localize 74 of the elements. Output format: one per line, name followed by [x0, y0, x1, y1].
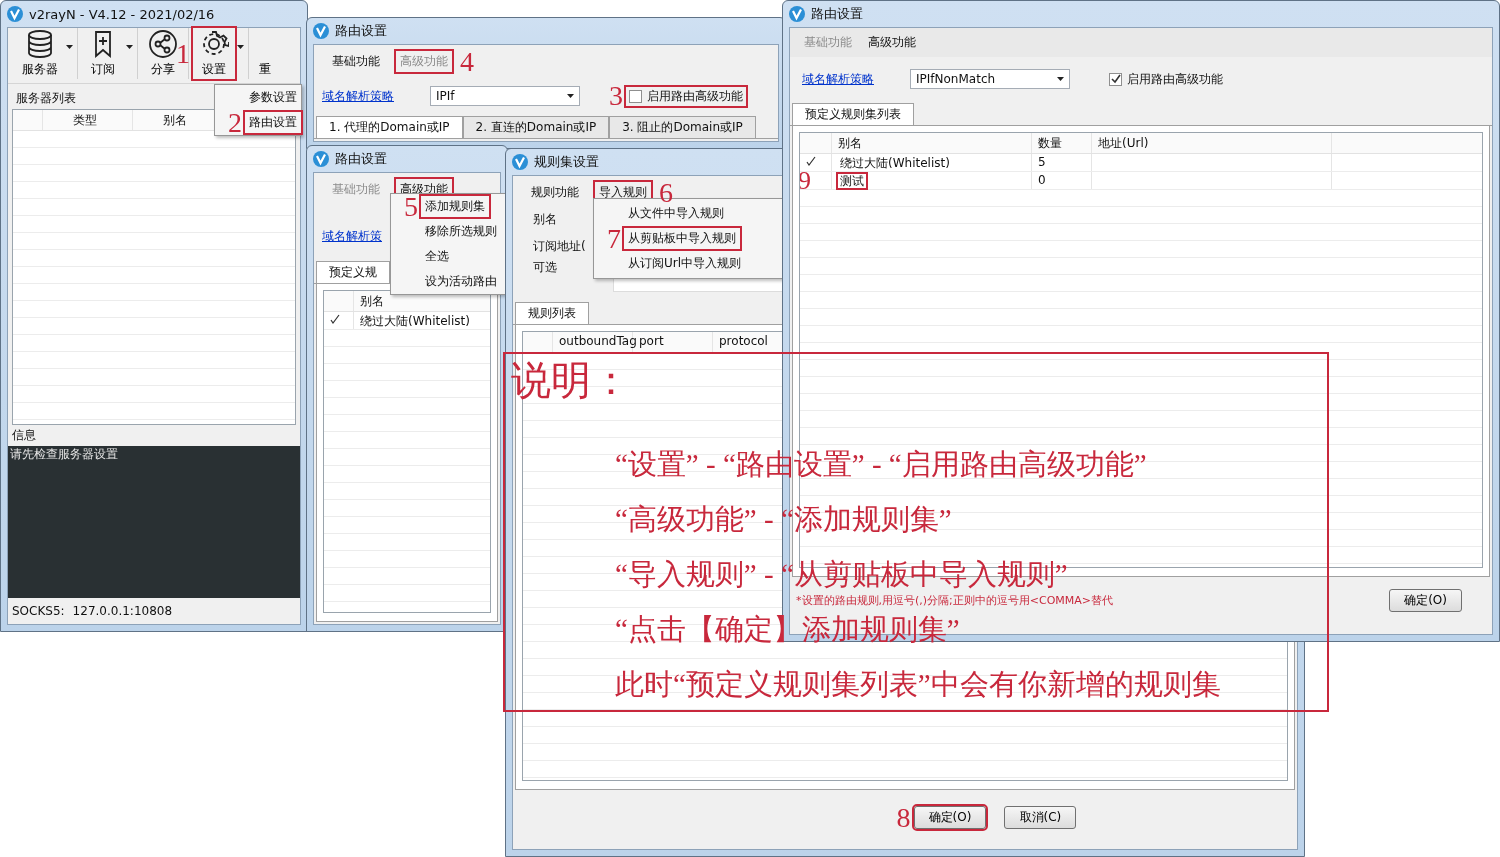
- window-title: v2rayN - V4.12 - 2021/02/16: [29, 6, 215, 22]
- menu-item[interactable]: 设为活动路由: [421, 271, 501, 292]
- hint-text: *设置的路由规则,用逗号(,)分隔;正则中的逗号用<COMMA>替代: [796, 593, 1114, 608]
- dns-strategy-link[interactable]: 域名解析策略: [802, 70, 874, 88]
- status-value: 127.0.0.1:10808: [72, 604, 173, 618]
- app-logo-icon: [789, 6, 805, 22]
- step-number: 4: [460, 47, 474, 76]
- database-icon: [25, 29, 55, 59]
- explanation-title: 说明：: [511, 357, 631, 405]
- field-label: 别名: [533, 211, 557, 228]
- advanced-routing-checkbox[interactable]: 启用路由高级功能: [626, 86, 746, 106]
- dns-strategy-select[interactable]: IPIfNonMatch: [910, 69, 1070, 89]
- menu-item[interactable]: 移除所选规则: [421, 221, 501, 242]
- toolbar-button[interactable]: 重: [253, 60, 277, 79]
- menu-item[interactable]: 路由设置: [245, 112, 301, 133]
- dns-strategy-link[interactable]: 域名解析策: [322, 228, 382, 245]
- field-label: 可选: [533, 259, 558, 276]
- app-logo-icon: [7, 6, 23, 22]
- table-cell: 测试: [838, 174, 866, 188]
- group-title: 信息: [11, 427, 37, 444]
- dns-strategy-select[interactable]: IPIf: [430, 86, 580, 106]
- rule-tab[interactable]: 1. 代理的Domain或IP: [316, 116, 463, 138]
- toolbar-button[interactable]: 订阅: [82, 28, 124, 79]
- status-label: SOCKS5:: [12, 604, 65, 618]
- group-title: 服务器列表: [15, 90, 77, 107]
- caret-icon: [1057, 77, 1064, 81]
- advanced-routing-checkbox[interactable]: 启用路由高级功能: [1106, 69, 1226, 89]
- step-number: 7: [607, 224, 621, 253]
- column-header: 地址(Url): [1092, 133, 1332, 153]
- confirm-button[interactable]: 确定(O): [1389, 589, 1462, 612]
- ruleset-list-tab[interactable]: 预定义规: [316, 261, 390, 283]
- dialog-button[interactable]: 确定(O): [913, 806, 987, 829]
- window-title: 路由设置: [811, 5, 863, 23]
- menu-item[interactable]: 参数设置: [245, 87, 301, 108]
- ruleset-list-tab[interactable]: 预定义规则集列表: [792, 103, 914, 125]
- field-label: 订阅地址(: [533, 238, 587, 255]
- rule-tab[interactable]: 3. 阻止的Domain或IP: [609, 116, 756, 138]
- step-number: 2: [228, 108, 242, 137]
- menu-item[interactable]: 从剪贴板中导入规则: [624, 228, 740, 249]
- app-logo-icon: [313, 151, 329, 167]
- window-title: 路由设置: [335, 22, 387, 40]
- explanation-line: 此时“预定义规则集列表”中会有你新增的规则集: [615, 668, 1221, 700]
- window-title: 路由设置: [335, 150, 387, 168]
- share-icon: [148, 29, 178, 59]
- menu-bar-item[interactable]: 规则功能: [527, 182, 583, 203]
- step-number: 1: [176, 39, 190, 68]
- toolbar-button[interactable]: 设置: [193, 28, 235, 79]
- rule-tab[interactable]: 2. 直连的Domain或IP: [462, 116, 610, 138]
- step-number: 8: [896, 803, 911, 832]
- menu-item[interactable]: 从订阅Url中导入规则: [624, 253, 746, 274]
- table-cell: 5: [1032, 154, 1092, 171]
- table-cell: 0: [1032, 172, 1092, 189]
- check-icon: [806, 156, 816, 166]
- check-icon: [1110, 74, 1121, 84]
- window-title: 规则集设置: [534, 153, 599, 171]
- menu-bar-item[interactable]: 高级功能: [864, 32, 920, 53]
- app-logo-icon: [512, 154, 528, 170]
- menu-item[interactable]: 全选: [421, 246, 453, 267]
- dns-strategy-link[interactable]: 域名解析策略: [322, 87, 394, 105]
- rule-list-tab[interactable]: 规则列表: [515, 302, 589, 324]
- menu-bar-item[interactable]: 基础功能: [328, 51, 384, 72]
- app-logo-icon: [313, 23, 329, 39]
- menu-item[interactable]: 添加规则集: [421, 196, 489, 217]
- step-number: 5: [404, 192, 418, 221]
- step-number: 3: [609, 82, 623, 110]
- log-text: 请先检查服务器设置: [10, 447, 118, 461]
- column-header: 数量: [1032, 133, 1092, 153]
- column-header: 别名: [832, 133, 1032, 153]
- menu-bar-item[interactable]: 导入规则: [595, 182, 651, 203]
- dialog-button[interactable]: 取消(C): [1004, 806, 1077, 829]
- toolbar-button[interactable]: 服务器: [16, 28, 64, 79]
- column-header: 类型: [43, 110, 133, 130]
- table-cell-text: 绕过大陆(Whitelist): [839, 156, 951, 170]
- caret-icon: [567, 94, 574, 98]
